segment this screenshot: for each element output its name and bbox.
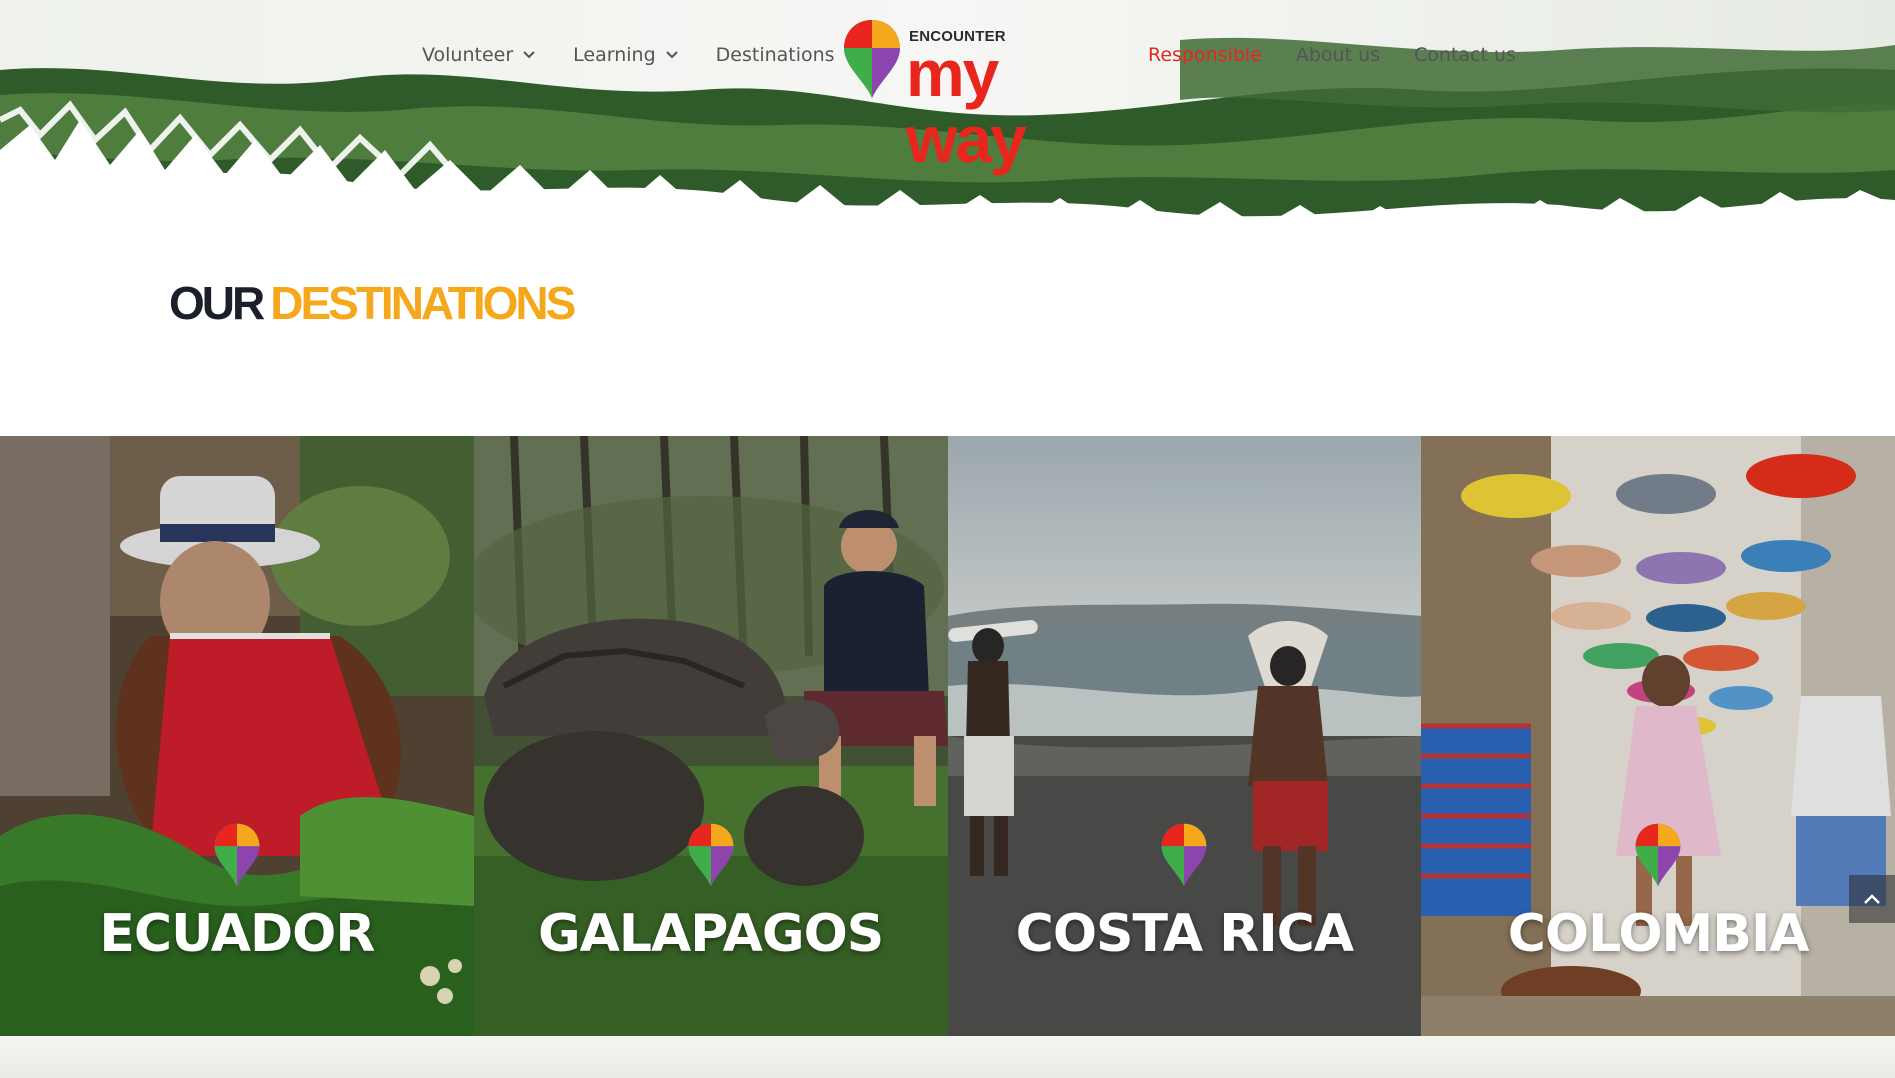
nav-destinations-label: Destinations <box>715 44 835 66</box>
destination-tile-ecuador[interactable]: ECUADOR <box>0 436 474 1036</box>
destination-label: ECUADOR <box>99 904 375 964</box>
logo-big-text: my way <box>906 36 1027 176</box>
map-pin-icon <box>214 823 260 887</box>
nav-volunteer-label: Volunteer <box>422 44 514 66</box>
destination-tile-costa-rica[interactable]: COSTA RICA <box>947 436 1422 1036</box>
nav-about-label: About us <box>1295 44 1381 66</box>
nav-contact-us[interactable]: Contact us <box>1414 44 1516 66</box>
scroll-to-top-button[interactable] <box>1849 875 1895 923</box>
nav-volunteer[interactable]: Volunteer <box>422 44 539 66</box>
nav-contact-label: Contact us <box>1414 44 1516 66</box>
destination-label: GALAPAGOS <box>538 904 884 964</box>
title-word-destinations: DESTINATIONS <box>270 277 576 329</box>
nav-destinations[interactable]: Destinations <box>716 44 861 66</box>
destinations-grid: ECUADOR GALAPAGOS COSTA RICA COLOMBIA <box>0 436 1895 1036</box>
nav-responsible[interactable]: Responsible <box>1148 44 1262 66</box>
destination-label: COLOMBIA <box>1507 904 1810 964</box>
logo-pin-icon <box>844 20 900 98</box>
title-word-our: OUR <box>169 277 265 329</box>
nav-learning-label: Learning <box>573 44 656 66</box>
destination-label: COSTA RICA <box>1015 904 1354 964</box>
site-header: Volunteer Learning Destinations ENCOUNTE… <box>0 0 1895 240</box>
page-title: OUR DESTINATIONS <box>169 276 576 330</box>
map-pin-icon <box>1635 823 1681 887</box>
next-section-edge <box>0 1036 1895 1078</box>
chevron-up-icon <box>1864 894 1880 904</box>
nav-about-us[interactable]: About us <box>1296 44 1380 66</box>
destination-tile-colombia[interactable]: COLOMBIA <box>1421 436 1895 1036</box>
chevron-down-icon <box>523 51 535 59</box>
destination-tile-galapagos[interactable]: GALAPAGOS <box>473 436 948 1036</box>
nav-responsible-label: Responsible <box>1148 44 1262 66</box>
map-pin-icon <box>688 823 734 887</box>
site-logo[interactable]: ENCOUNTER my way <box>842 14 1127 172</box>
chevron-down-icon <box>665 51 678 59</box>
primary-nav-right: Responsible About us Contact us <box>1148 44 1544 66</box>
nav-learning[interactable]: Learning <box>573 44 682 66</box>
map-pin-icon <box>1161 823 1207 887</box>
primary-nav-left: Volunteer Learning Destinations <box>422 44 889 66</box>
